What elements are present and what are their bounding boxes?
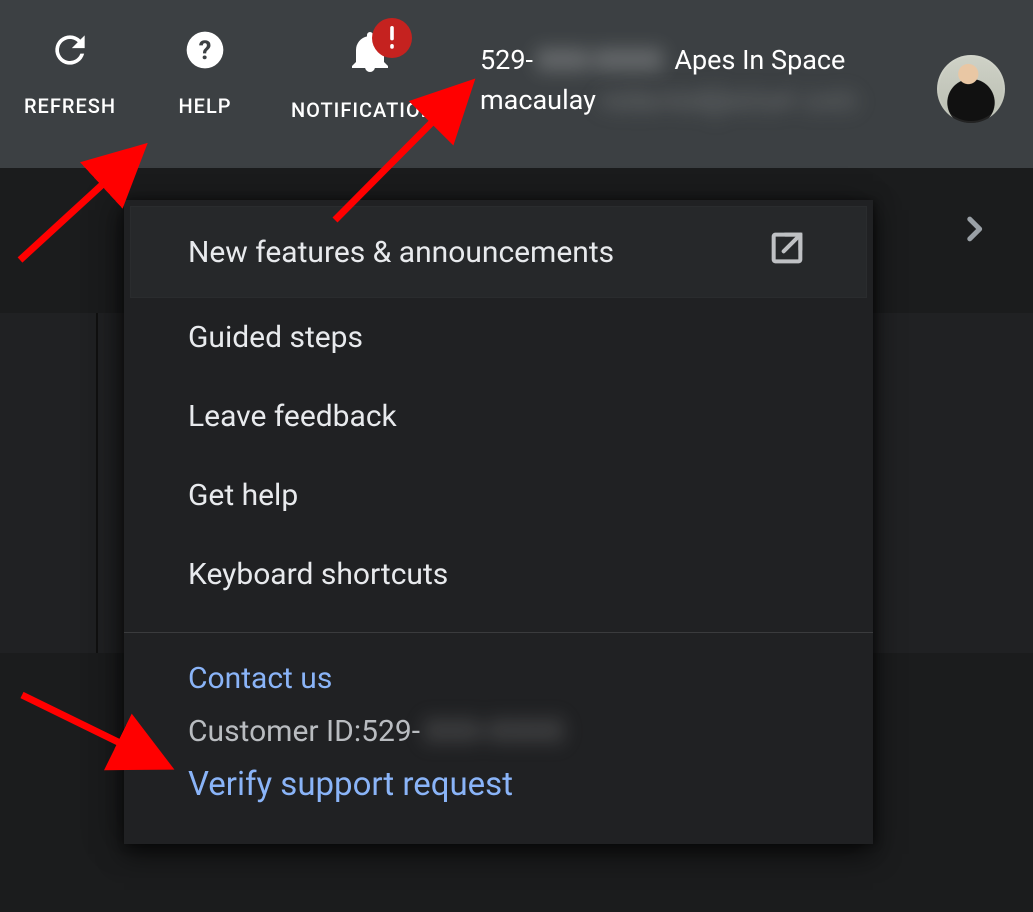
svg-text:?: ? (199, 36, 212, 66)
help-icon: ? (183, 28, 227, 76)
menu-item-label: Leave feedback (188, 399, 397, 434)
refresh-button[interactable]: REFRESH (0, 0, 140, 118)
account-user-prefix: macaulay (480, 80, 596, 120)
help-label: HELP (178, 94, 231, 118)
menu-item-keyboard-shortcuts[interactable]: Keyboard shortcuts (124, 535, 873, 614)
contact-block: Contact us Customer ID: 529- XXX-XXXX Ve… (124, 633, 873, 804)
menu-item-get-help[interactable]: Get help (124, 456, 873, 535)
help-button[interactable]: ? HELP (140, 0, 270, 118)
customer-id-prefix: 529- (361, 714, 420, 749)
contact-us-link[interactable]: Contact us (188, 661, 332, 696)
account-id-redacted: XXX-XXXX (533, 40, 666, 80)
menu-item-guided-steps[interactable]: Guided steps (124, 298, 873, 377)
account-email-redacted: redacted@email.com (596, 80, 860, 120)
customer-id-row: Customer ID: 529- XXX-XXXX (188, 714, 809, 749)
menu-item-label: Keyboard shortcuts (188, 557, 448, 592)
notifications-label: NOTIFICATIONS (291, 98, 449, 122)
account-id-prefix: 529- (480, 40, 533, 80)
customer-id-label: Customer ID: (188, 714, 361, 749)
topbar: REFRESH ? HELP NOTIFICATIONS 529- XXX-XX… (0, 0, 1033, 168)
menu-item-label: New features & announcements (188, 235, 614, 270)
bell-icon (346, 28, 394, 80)
notifications-button[interactable]: NOTIFICATIONS (270, 0, 470, 122)
menu-item-new-features[interactable]: New features & announcements (130, 206, 867, 298)
external-link-icon (767, 228, 807, 276)
refresh-label: REFRESH (24, 94, 116, 118)
help-dropdown: New features & announcements Guided step… (124, 200, 873, 844)
refresh-icon (48, 28, 92, 76)
verify-support-request-link[interactable]: Verify support request (188, 765, 809, 804)
customer-id-redacted: XXX-XXXX (424, 714, 563, 749)
avatar[interactable] (937, 55, 1005, 123)
menu-item-label: Get help (188, 478, 298, 513)
chevron-right-icon[interactable] (957, 212, 991, 250)
menu-item-label: Guided steps (188, 320, 363, 355)
menu-item-leave-feedback[interactable]: Leave feedback (124, 377, 873, 456)
notification-alert-badge (372, 18, 412, 58)
account-name: Apes In Space (674, 40, 845, 80)
